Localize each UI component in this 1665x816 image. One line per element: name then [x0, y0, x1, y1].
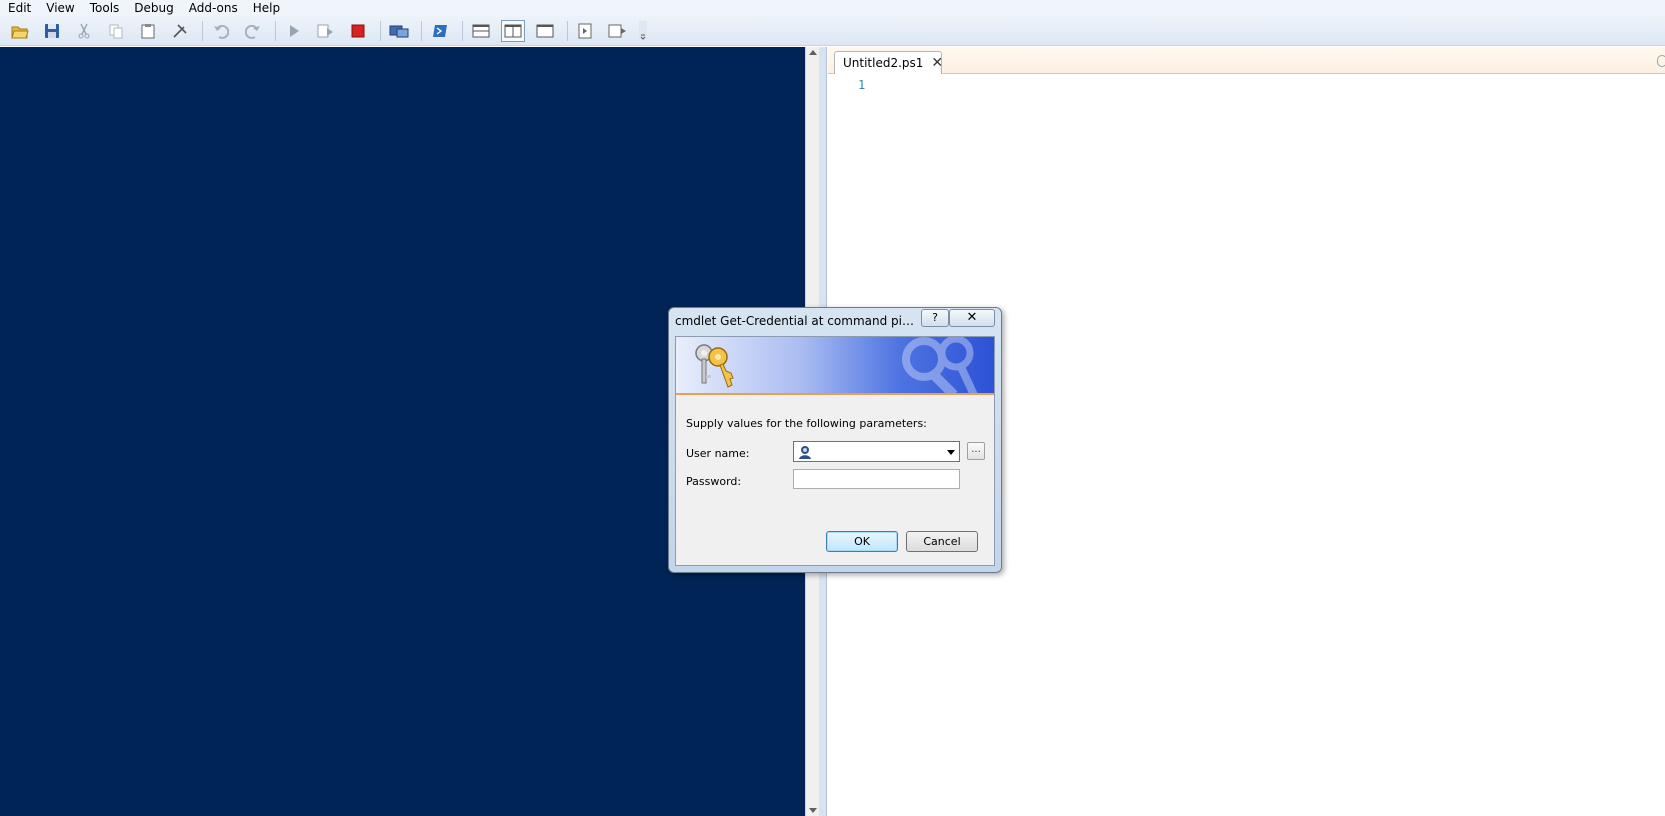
line-number: 1	[858, 78, 866, 92]
menu-debug[interactable]: Debug	[126, 0, 180, 16]
dialog-close-button[interactable]: ✕	[949, 309, 995, 327]
stop-icon[interactable]	[346, 20, 370, 42]
powershell-icon[interactable]	[428, 20, 452, 42]
toolbar	[0, 16, 1665, 46]
password-field[interactable]	[793, 469, 960, 489]
show-console-icon[interactable]	[606, 20, 630, 42]
layout-right-icon[interactable]	[501, 19, 525, 42]
close-icon[interactable]: ✕	[931, 56, 943, 70]
username-label: User name:	[686, 447, 750, 460]
tab-untitled2[interactable]: Untitled2.ps1 ✕	[834, 51, 943, 74]
toolbar-separator	[275, 20, 276, 41]
run-icon[interactable]	[282, 20, 306, 42]
menu-add-ons[interactable]: Add-ons	[181, 0, 245, 16]
toolbar-separator	[421, 20, 422, 41]
help-button[interactable]: ?	[921, 309, 949, 327]
user-icon	[799, 446, 811, 459]
collapse-icon[interactable]	[1657, 55, 1665, 67]
run-selection-icon[interactable]	[314, 20, 338, 42]
toolbar-separator	[462, 20, 463, 41]
redo-icon[interactable]	[241, 20, 265, 42]
menu-help[interactable]: Help	[245, 0, 287, 16]
dialog-body: Supply values for the following paramete…	[675, 336, 995, 566]
copy-icon[interactable]	[104, 20, 128, 42]
toolbar-overflow-icon[interactable]	[638, 20, 648, 42]
menu-view[interactable]: View	[38, 0, 81, 16]
scroll-up-icon[interactable]	[809, 50, 817, 55]
undo-icon[interactable]	[209, 20, 233, 42]
open-icon[interactable]	[8, 20, 32, 42]
watermark-icon	[902, 337, 978, 393]
menu-tools[interactable]: Tools	[82, 0, 127, 16]
editor-tab-strip: Untitled2.ps1 ✕	[828, 47, 1665, 74]
menu-bar: Edit View Tools Debug Add-ons Help	[0, 0, 1665, 16]
chevron-down-icon[interactable]	[947, 450, 955, 455]
scroll-down-icon[interactable]	[809, 808, 817, 813]
paste-icon[interactable]	[136, 20, 160, 42]
clear-icon[interactable]	[168, 20, 192, 42]
browse-button[interactable]: ...	[967, 442, 985, 460]
toolbar-separator	[380, 20, 381, 41]
remote-icon[interactable]	[387, 20, 411, 42]
toolbar-separator	[202, 20, 203, 41]
dialog-prompt: Supply values for the following paramete…	[686, 417, 927, 430]
save-icon[interactable]	[40, 20, 64, 42]
cut-icon[interactable]	[72, 20, 96, 42]
menu-edit[interactable]: Edit	[0, 0, 38, 16]
toolbar-separator	[567, 20, 568, 41]
tab-label: Untitled2.ps1	[843, 56, 924, 70]
dialog-banner	[676, 337, 994, 395]
dialog-title: cmdlet Get-Credential at command pipelin…	[675, 314, 915, 328]
cancel-button[interactable]: Cancel	[906, 531, 978, 552]
layout-max-icon[interactable]	[533, 20, 557, 42]
ok-button[interactable]: OK	[826, 531, 898, 552]
credential-dialog: cmdlet Get-Credential at command pipelin…	[668, 307, 1002, 573]
layout-top-icon[interactable]	[469, 20, 493, 42]
username-combobox[interactable]	[793, 441, 960, 462]
keys-icon	[695, 344, 734, 388]
show-script-icon[interactable]	[574, 20, 598, 42]
password-label: Password:	[686, 475, 742, 488]
